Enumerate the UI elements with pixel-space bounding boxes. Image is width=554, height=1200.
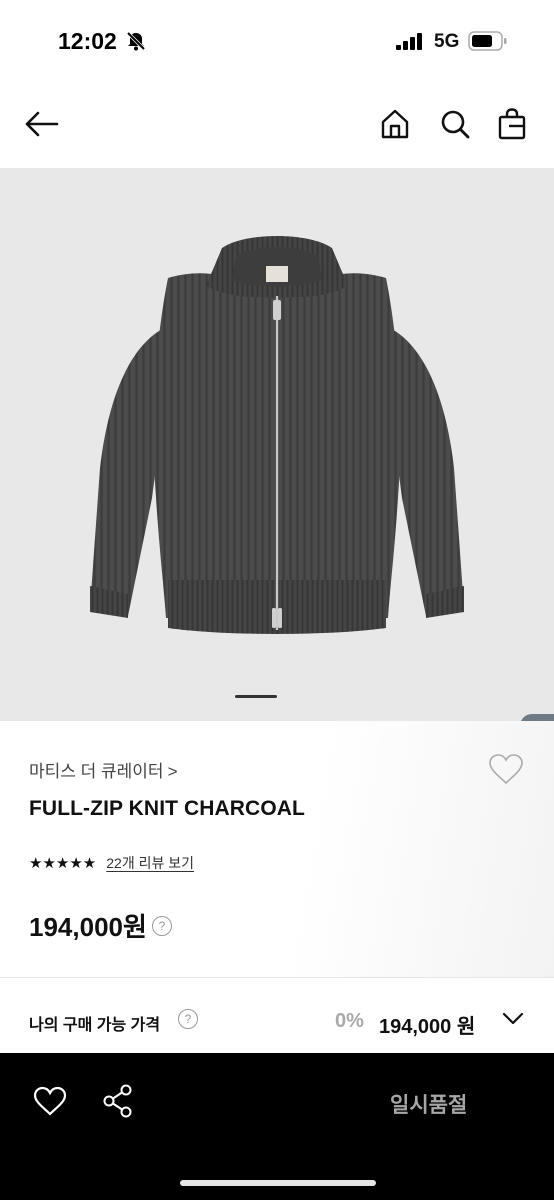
carousel-indicator	[235, 695, 277, 698]
side-panel-tab[interactable]	[520, 714, 554, 721]
status-time: 12:02	[58, 28, 117, 54]
available-price-label: 나의 구매 가능 가격	[29, 1017, 161, 1034]
available-price: 194,000 원	[379, 1016, 476, 1038]
available-price-row[interactable]: 나의 구매 가능 가격 ? 0% 194,000 원	[0, 978, 554, 1053]
share-button[interactable]	[101, 1084, 137, 1120]
home-button[interactable]	[373, 102, 417, 146]
shopping-bag-icon	[498, 108, 526, 140]
search-button[interactable]	[433, 102, 477, 146]
network-label: 5G	[434, 31, 460, 52]
navigation-bar	[0, 88, 554, 168]
sold-out-button[interactable]: 일시품절	[390, 1089, 467, 1119]
battery-icon	[468, 31, 507, 51]
product-info: 마티스 더 큐레이터 > FULL-ZIP KNIT CHARCOAL ★★★★★…	[0, 721, 554, 977]
chevron-down-icon[interactable]	[501, 1010, 525, 1026]
chevron-right-icon: >	[167, 762, 178, 781]
product-image-carousel[interactable]	[0, 168, 554, 721]
silent-bell-icon	[126, 31, 146, 51]
signal-icon	[396, 33, 422, 50]
back-arrow-icon	[25, 111, 59, 137]
wishlist-button[interactable]	[486, 749, 526, 789]
back-button[interactable]	[20, 102, 64, 146]
product-title: FULL-ZIP KNIT CHARCOAL	[29, 797, 305, 820]
heart-icon	[489, 754, 523, 785]
rating-row: ★★★★★ 22개 리뷰 보기	[29, 853, 194, 873]
search-icon	[441, 110, 470, 139]
rating-stars-icon: ★★★★★	[29, 854, 97, 872]
available-price-help-icon[interactable]: ?	[178, 1009, 198, 1029]
home-indicator	[180, 1180, 376, 1186]
discount-rate: 0%	[335, 1010, 364, 1032]
review-link[interactable]: 22개 리뷰 보기	[106, 853, 194, 873]
brand-name: 마티스 더 큐레이터	[29, 762, 164, 781]
shopping-bag-button[interactable]	[490, 102, 534, 146]
price-row: 194,000원 ?	[29, 907, 172, 944]
product-photo	[90, 236, 464, 634]
status-bar: 12:02 5G	[0, 0, 554, 80]
brand-link[interactable]: 마티스 더 큐레이터 >	[29, 757, 178, 782]
share-icon	[103, 1084, 132, 1118]
bottom-action-bar: 일시품절	[0, 1053, 554, 1200]
home-icon	[381, 109, 409, 139]
heart-icon	[33, 1086, 67, 1116]
bottom-wishlist-button[interactable]	[33, 1086, 69, 1122]
price-help-icon[interactable]: ?	[151, 915, 172, 936]
product-price: 194,000원	[29, 912, 147, 942]
